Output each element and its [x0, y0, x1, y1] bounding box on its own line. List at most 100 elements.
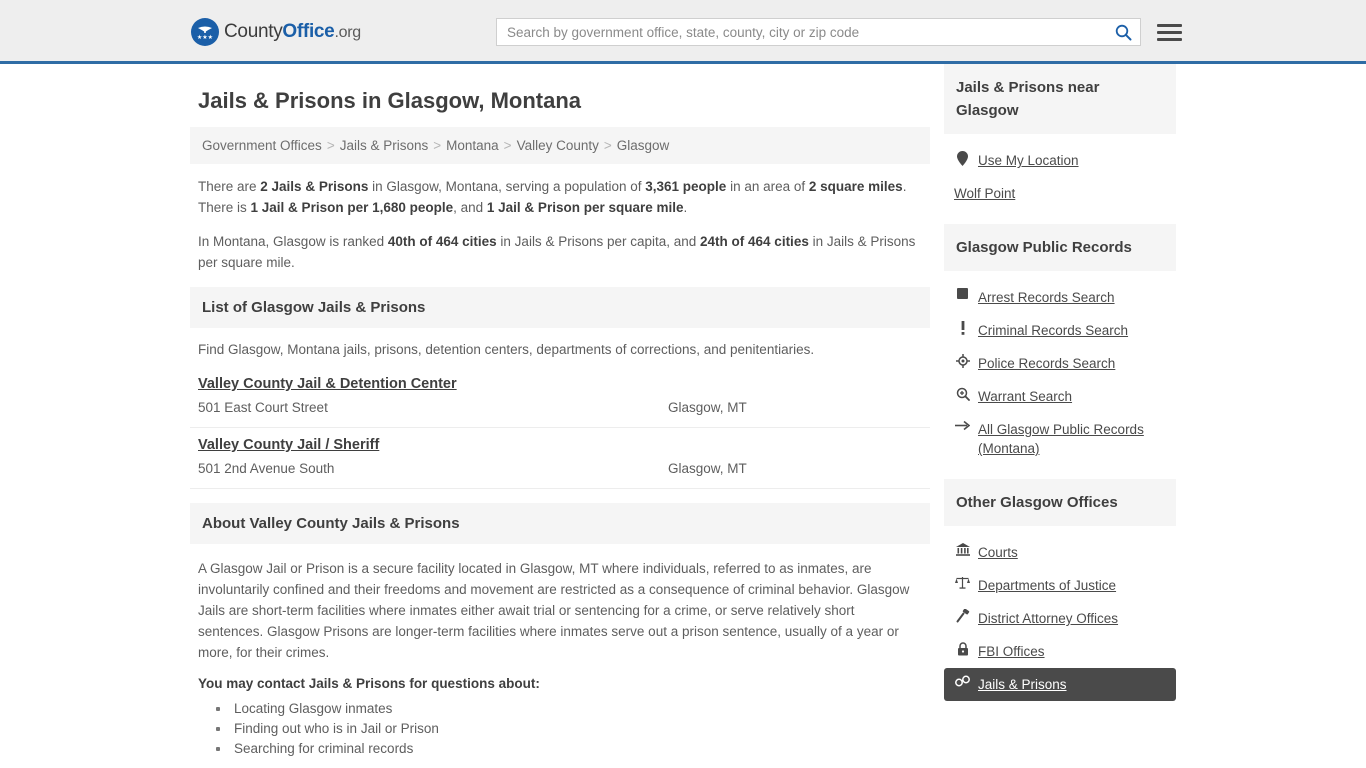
sidebar-item-label: Use My Location: [978, 153, 1079, 168]
sidebar-item-fbi-offices[interactable]: FBI Offices: [944, 635, 1176, 668]
intro-text: In Montana, Glasgow is ranked: [198, 234, 388, 249]
about-section-heading: About Valley County Jails & Prisons: [190, 503, 930, 544]
about-lead-text: You may contact Jails & Prisons for ques…: [198, 676, 540, 691]
sidebar-item-police-records-search[interactable]: Police Records Search: [944, 347, 1176, 380]
hamburger-menu-icon[interactable]: [1157, 23, 1182, 41]
gavel-icon: [954, 609, 971, 623]
breadcrumb-item-montana[interactable]: Montana: [446, 138, 499, 153]
sidebar-item-label: Jails & Prisons: [978, 677, 1067, 692]
search-area: [496, 18, 1182, 46]
listing-address: 501 East Court Street: [198, 400, 328, 415]
listing-name-link[interactable]: Valley County Jail & Detention Center: [198, 376, 457, 392]
list-item: Finding out who is in Jail or Prison: [216, 719, 922, 739]
sidebar: Jails & Prisons near Glasgow Use My Loca…: [944, 64, 1176, 759]
sidebar-item-warrant-search[interactable]: Warrant Search: [944, 380, 1176, 413]
breadcrumb-item-government-offices[interactable]: Government Offices: [202, 138, 322, 153]
sidebar-item-departments-of-justice[interactable]: Departments of Justice: [944, 569, 1176, 602]
search-box[interactable]: [496, 18, 1141, 46]
sidebar-item-criminal-records-search[interactable]: Criminal Records Search: [944, 314, 1176, 347]
listing-detail-row: 501 2nd Avenue South Glasgow, MT: [198, 461, 922, 476]
sidebar-heading-other-offices: Other Glasgow Offices: [944, 479, 1176, 526]
search-input[interactable]: [507, 24, 1115, 40]
sidebar-item-all-public-records[interactable]: All Glasgow Public Records (Montana): [944, 413, 1176, 465]
courthouse-icon: [954, 543, 971, 556]
arrow-right-icon: [954, 420, 971, 431]
breadcrumb-separator: >: [503, 138, 512, 153]
stat-per-capita: 1 Jail & Prison per 1,680 people: [250, 200, 454, 215]
stat-per-sq-mile: 1 Jail & Prison per square mile: [486, 200, 684, 215]
hamburger-bar: [1157, 37, 1182, 41]
list-item: Valley County Jail / Sheriff 501 2nd Ave…: [190, 428, 930, 489]
list-item: Locating Glasgow inmates: [216, 699, 922, 719]
sidebar-links-near: Use My Location Wolf Point: [944, 134, 1176, 214]
sidebar-section-other-offices: Other Glasgow Offices Courts Departments…: [944, 479, 1176, 705]
breadcrumb-separator: >: [433, 138, 442, 153]
rank-per-sq-mile: 24th of 464 cities: [700, 234, 809, 249]
stat-population: 3,361 people: [645, 179, 727, 194]
intro-text: in an area of: [726, 179, 809, 194]
sidebar-section-near: Jails & Prisons near Glasgow Use My Loca…: [944, 64, 1176, 214]
sidebar-item-label: Warrant Search: [978, 389, 1073, 404]
lock-icon: [954, 642, 971, 656]
list-item: Searching for criminal records: [216, 739, 922, 759]
breadcrumb-separator: >: [326, 138, 335, 153]
listing-city-state: Glasgow, MT: [668, 461, 747, 476]
main-column: Jails & Prisons in Glasgow, Montana Gove…: [190, 64, 930, 759]
breadcrumb-item-glasgow[interactable]: Glasgow: [617, 138, 670, 153]
hamburger-bar: [1157, 23, 1182, 27]
intro-text: There are: [198, 179, 261, 194]
sidebar-item-courts[interactable]: Courts: [944, 536, 1176, 569]
intro-text: in Glasgow, Montana, serving a populatio…: [368, 179, 646, 194]
sidebar-links-public-records: Arrest Records Search Criminal Records S…: [944, 271, 1176, 469]
sidebar-item-use-my-location[interactable]: Use My Location: [944, 144, 1176, 177]
square-icon: [954, 288, 971, 299]
intro-text: in Jails & Prisons per capita, and: [496, 234, 701, 249]
sidebar-section-public-records: Glasgow Public Records Arrest Records Se…: [944, 224, 1176, 469]
logo-wordmark: CountyOffice.org: [224, 21, 361, 43]
stat-area: 2 square miles: [808, 179, 903, 194]
intro-text: .: [683, 200, 688, 215]
list-item: Valley County Jail & Detention Center 50…: [190, 367, 930, 428]
breadcrumb-separator: >: [603, 138, 612, 153]
sidebar-links-other-offices: Courts Departments of Justice District A…: [944, 526, 1176, 705]
site-header: ★★★ CountyOffice.org: [0, 0, 1366, 64]
search-icon[interactable]: [1115, 24, 1132, 41]
magnifier-plus-icon: [954, 387, 971, 401]
hamburger-bar: [1157, 30, 1182, 34]
stat-count: 2 Jails & Prisons: [260, 179, 369, 194]
intro-stats: There are 2 Jails & Prisons in Glasgow, …: [190, 164, 930, 273]
listing-city-state: Glasgow, MT: [668, 400, 747, 415]
logo-part-county: County: [224, 21, 283, 42]
rank-per-capita: 40th of 464 cities: [387, 234, 497, 249]
listing-name-link[interactable]: Valley County Jail / Sheriff: [198, 437, 379, 453]
sidebar-heading-near: Jails & Prisons near Glasgow: [944, 64, 1176, 134]
site-logo[interactable]: ★★★ CountyOffice.org: [191, 18, 361, 46]
breadcrumb: Government Offices > Jails & Prisons > Monta…: [190, 127, 930, 164]
breadcrumb-item-jails-prisons[interactable]: Jails & Prisons: [340, 138, 429, 153]
about-paragraph: A Glasgow Jail or Prison is a secure fac…: [198, 561, 910, 660]
sidebar-item-label: Wolf Point: [954, 186, 1016, 201]
sidebar-item-label: District Attorney Offices: [978, 611, 1119, 626]
listing-detail-row: 501 East Court Street Glasgow, MT: [198, 400, 922, 415]
breadcrumb-item-valley-county[interactable]: Valley County: [517, 138, 599, 153]
sidebar-item-arrest-records-search[interactable]: Arrest Records Search: [944, 281, 1176, 314]
scales-icon: [954, 576, 971, 589]
list-section-subtitle: Find Glasgow, Montana jails, prisons, de…: [198, 342, 815, 357]
sidebar-item-wolf-point[interactable]: Wolf Point: [944, 177, 1176, 210]
listing-address: 501 2nd Avenue South: [198, 461, 335, 476]
sidebar-item-label: All Glasgow Public Records (Montana): [978, 422, 1144, 456]
sidebar-item-jails-prisons[interactable]: Jails & Prisons: [944, 668, 1176, 701]
sidebar-item-label: Police Records Search: [978, 356, 1116, 371]
eagle-seal-icon: ★★★: [191, 18, 219, 46]
intro-text: , and: [453, 200, 487, 215]
about-bullet-list: Locating Glasgow inmates Finding out who…: [198, 699, 922, 759]
logo-part-tld: .org: [334, 24, 361, 41]
sidebar-item-label: Criminal Records Search: [978, 323, 1129, 338]
sidebar-item-district-attorney-offices[interactable]: District Attorney Offices: [944, 602, 1176, 635]
intro-paragraph-2: In Montana, Glasgow is ranked 40th of 46…: [198, 231, 922, 273]
map-pin-icon: [954, 151, 971, 166]
police-badge-icon: [954, 354, 971, 368]
handcuffs-icon: [954, 675, 971, 687]
logo-part-office: Office: [282, 21, 335, 42]
content-row: Jails & Prisons in Glasgow, Montana Gove…: [190, 64, 1176, 759]
